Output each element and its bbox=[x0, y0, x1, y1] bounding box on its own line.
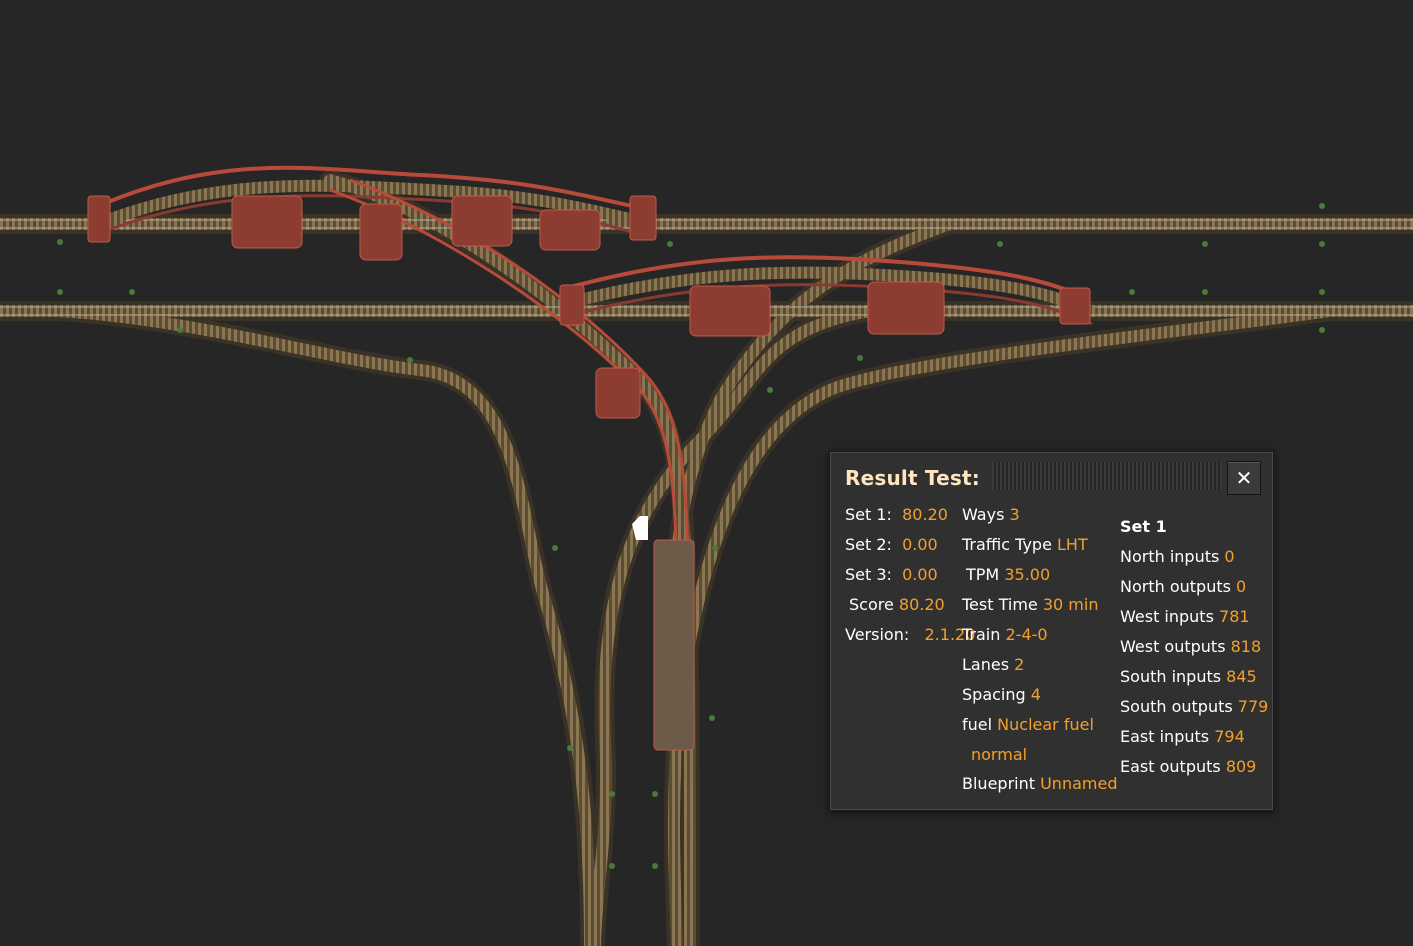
stat-row: West inputs 781 bbox=[1120, 607, 1250, 627]
panel-titlebar: Result Test: 1 ✕ bbox=[830, 452, 1273, 502]
stat-label: South outputs bbox=[1120, 697, 1233, 716]
ways-value: 3 bbox=[1009, 505, 1020, 524]
spacing-label: Spacing bbox=[962, 685, 1026, 704]
stat-label: East inputs bbox=[1120, 727, 1210, 746]
set-detail-heading: Set 1 bbox=[1120, 517, 1167, 536]
traffic-value: LHT bbox=[1057, 535, 1088, 554]
fuel-value: Nuclear fuel bbox=[997, 715, 1094, 734]
stat-row: South outputs 779 bbox=[1120, 697, 1268, 717]
set-1-value: 80.20 bbox=[902, 505, 948, 524]
stat-row: North inputs 0 bbox=[1120, 547, 1235, 567]
stat-label: South inputs bbox=[1120, 667, 1222, 686]
tpm-value: 35.00 bbox=[1004, 565, 1051, 584]
result-panel: Result Test: 1 ✕ Set 1: 80.20 Set 2: 0.0… bbox=[829, 451, 1274, 811]
blueprint-label: Blueprint bbox=[962, 774, 1035, 793]
set-2-value: 0.00 bbox=[902, 535, 938, 554]
lanes-row: Lanes 2 bbox=[962, 655, 1024, 675]
stat-row: North outputs 0 bbox=[1120, 577, 1246, 597]
tpm-row: TPM 35.00 bbox=[966, 565, 1050, 585]
ways-label: Ways bbox=[962, 505, 1005, 524]
close-icon[interactable]: ✕ bbox=[1227, 461, 1261, 495]
blueprint-row: Blueprint Unnamed bbox=[962, 774, 1117, 794]
stat-value: 779 bbox=[1237, 697, 1269, 716]
panel-title-label: Result Test: bbox=[845, 466, 980, 490]
test-time-row: Test Time 30 min bbox=[962, 595, 1098, 615]
score-row: Score 80.20 bbox=[849, 595, 945, 615]
score-value: 80.20 bbox=[898, 595, 945, 614]
set-2-label: Set 2: bbox=[845, 535, 892, 554]
score-label: Score bbox=[849, 595, 894, 614]
train-value: 2-4-0 bbox=[1005, 625, 1048, 644]
traffic-row: Traffic Type LHT bbox=[962, 535, 1088, 555]
stat-label: North outputs bbox=[1120, 577, 1231, 596]
drag-handle[interactable] bbox=[992, 462, 1222, 490]
stat-label: West inputs bbox=[1120, 607, 1214, 626]
stat-label: North inputs bbox=[1120, 547, 1220, 566]
fuel-quality: normal bbox=[971, 745, 1028, 764]
fuel-row: fuel Nuclear fuel bbox=[962, 715, 1094, 735]
stat-value: 0 bbox=[1236, 577, 1247, 596]
set-2-row: Set 2: 0.00 bbox=[845, 535, 938, 555]
set-1-row: Set 1: 80.20 bbox=[845, 505, 948, 525]
stat-value: 809 bbox=[1225, 757, 1257, 776]
stat-row: East outputs 809 bbox=[1120, 757, 1256, 777]
train-row: Train 2-4-0 bbox=[962, 625, 1048, 645]
lanes-value: 2 bbox=[1014, 655, 1025, 674]
stat-value: 845 bbox=[1226, 667, 1257, 686]
stat-row: West outputs 818 bbox=[1120, 637, 1261, 657]
stat-row: East inputs 794 bbox=[1120, 727, 1245, 747]
version-label: Version: bbox=[845, 625, 910, 644]
set-3-row: Set 3: 0.00 bbox=[845, 565, 938, 585]
panel-title: Result Test: 1 bbox=[845, 466, 1008, 490]
train-label: Train bbox=[962, 625, 1001, 644]
ways-row: Ways 3 bbox=[962, 505, 1020, 525]
spacing-row: Spacing 4 bbox=[962, 685, 1041, 705]
traffic-label: Traffic Type bbox=[962, 535, 1052, 554]
stat-value: 781 bbox=[1219, 607, 1250, 626]
stat-value: 0 bbox=[1224, 547, 1235, 566]
lanes-label: Lanes bbox=[962, 655, 1010, 674]
version-row: Version: 2.1.20 bbox=[845, 625, 975, 645]
tpm-label: TPM bbox=[966, 565, 1000, 584]
stat-label: East outputs bbox=[1120, 757, 1221, 776]
fuel-label: fuel bbox=[962, 715, 993, 734]
test-time-value: 30 min bbox=[1042, 595, 1099, 614]
test-time-label: Test Time bbox=[962, 595, 1038, 614]
stat-row: South inputs 845 bbox=[1120, 667, 1257, 687]
set-3-value: 0.00 bbox=[902, 565, 938, 584]
stat-label: West outputs bbox=[1120, 637, 1226, 656]
blueprint-value: Unnamed bbox=[1040, 774, 1118, 793]
spacing-value: 4 bbox=[1030, 685, 1041, 704]
stat-value: 818 bbox=[1230, 637, 1262, 656]
set-1-label: Set 1: bbox=[845, 505, 892, 524]
set-3-label: Set 3: bbox=[845, 565, 892, 584]
stat-value: 794 bbox=[1214, 727, 1245, 746]
